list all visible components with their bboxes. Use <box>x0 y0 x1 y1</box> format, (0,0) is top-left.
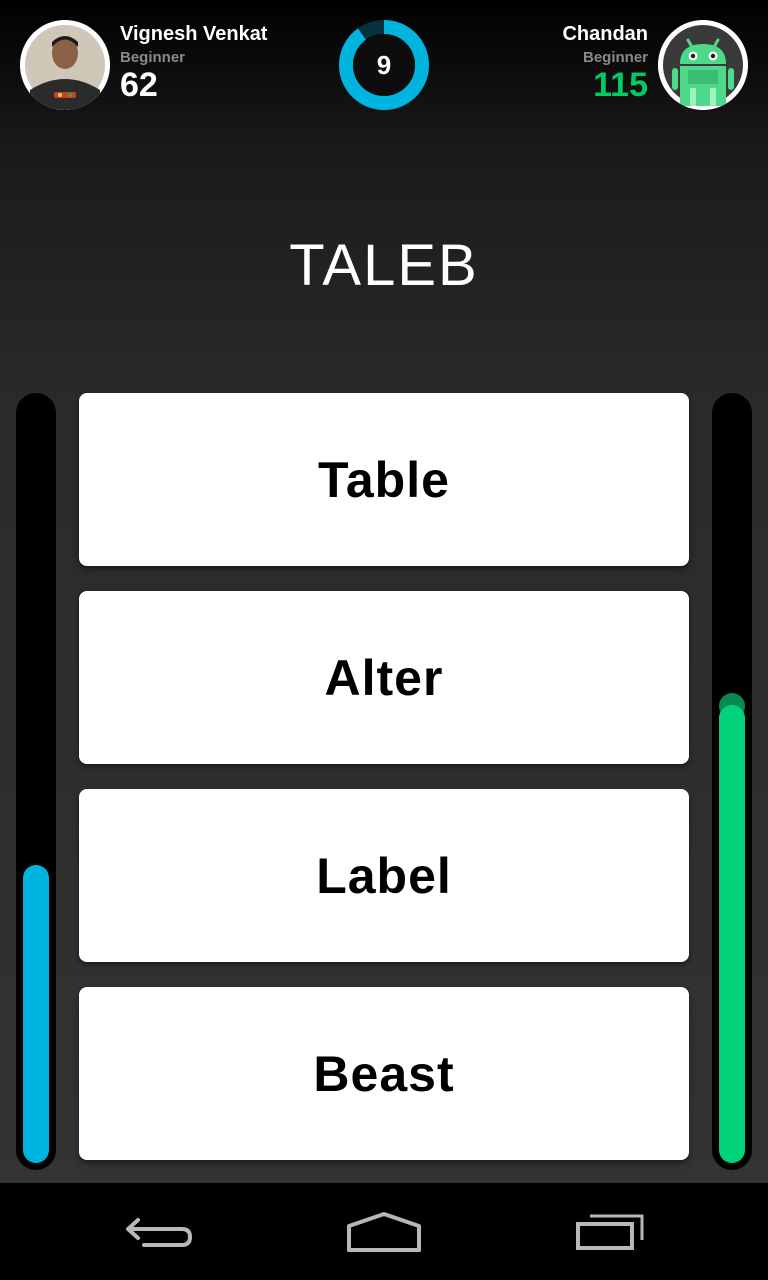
android-robot-icon <box>658 20 748 110</box>
player-left-level: Beginner <box>120 49 186 66</box>
player-left-avatar <box>20 20 110 110</box>
answer-button-4[interactable]: Beast <box>79 987 689 1160</box>
player-right-level: Beginner <box>582 49 648 66</box>
recent-apps-button[interactable] <box>530 1183 690 1280</box>
player-right-avatar <box>658 20 748 110</box>
player-right-progress-fill <box>719 705 745 1163</box>
answer-label: Table <box>318 451 450 508</box>
countdown-timer: 9 <box>339 20 429 110</box>
answer-button-1[interactable]: Table <box>79 393 689 566</box>
answer-label: Label <box>316 847 452 904</box>
system-navigation-bar <box>0 1183 768 1280</box>
home-button[interactable] <box>304 1183 464 1280</box>
answer-button-3[interactable]: Label <box>79 789 689 962</box>
player-right-score: 115 <box>593 66 648 104</box>
player-left-progress-bar <box>16 393 56 1170</box>
recent-apps-icon <box>576 1214 644 1250</box>
back-button[interactable] <box>80 1183 240 1280</box>
back-icon <box>126 1217 193 1247</box>
player-left-name: Vignesh Venkat <box>120 23 268 45</box>
player-photo-icon <box>20 20 110 110</box>
timer-value: 9 <box>376 50 392 80</box>
player-left-progress-fill <box>23 865 49 1163</box>
player-right-progress-bar <box>712 393 752 1170</box>
player-right-name: Chandan <box>562 23 648 45</box>
answer-label: Beast <box>313 1045 455 1102</box>
question-word: TALEB <box>289 233 479 298</box>
answer-label: Alter <box>324 649 444 706</box>
home-icon <box>347 1211 421 1252</box>
answer-button-2[interactable]: Alter <box>79 591 689 764</box>
player-left-score: 62 <box>120 66 158 104</box>
